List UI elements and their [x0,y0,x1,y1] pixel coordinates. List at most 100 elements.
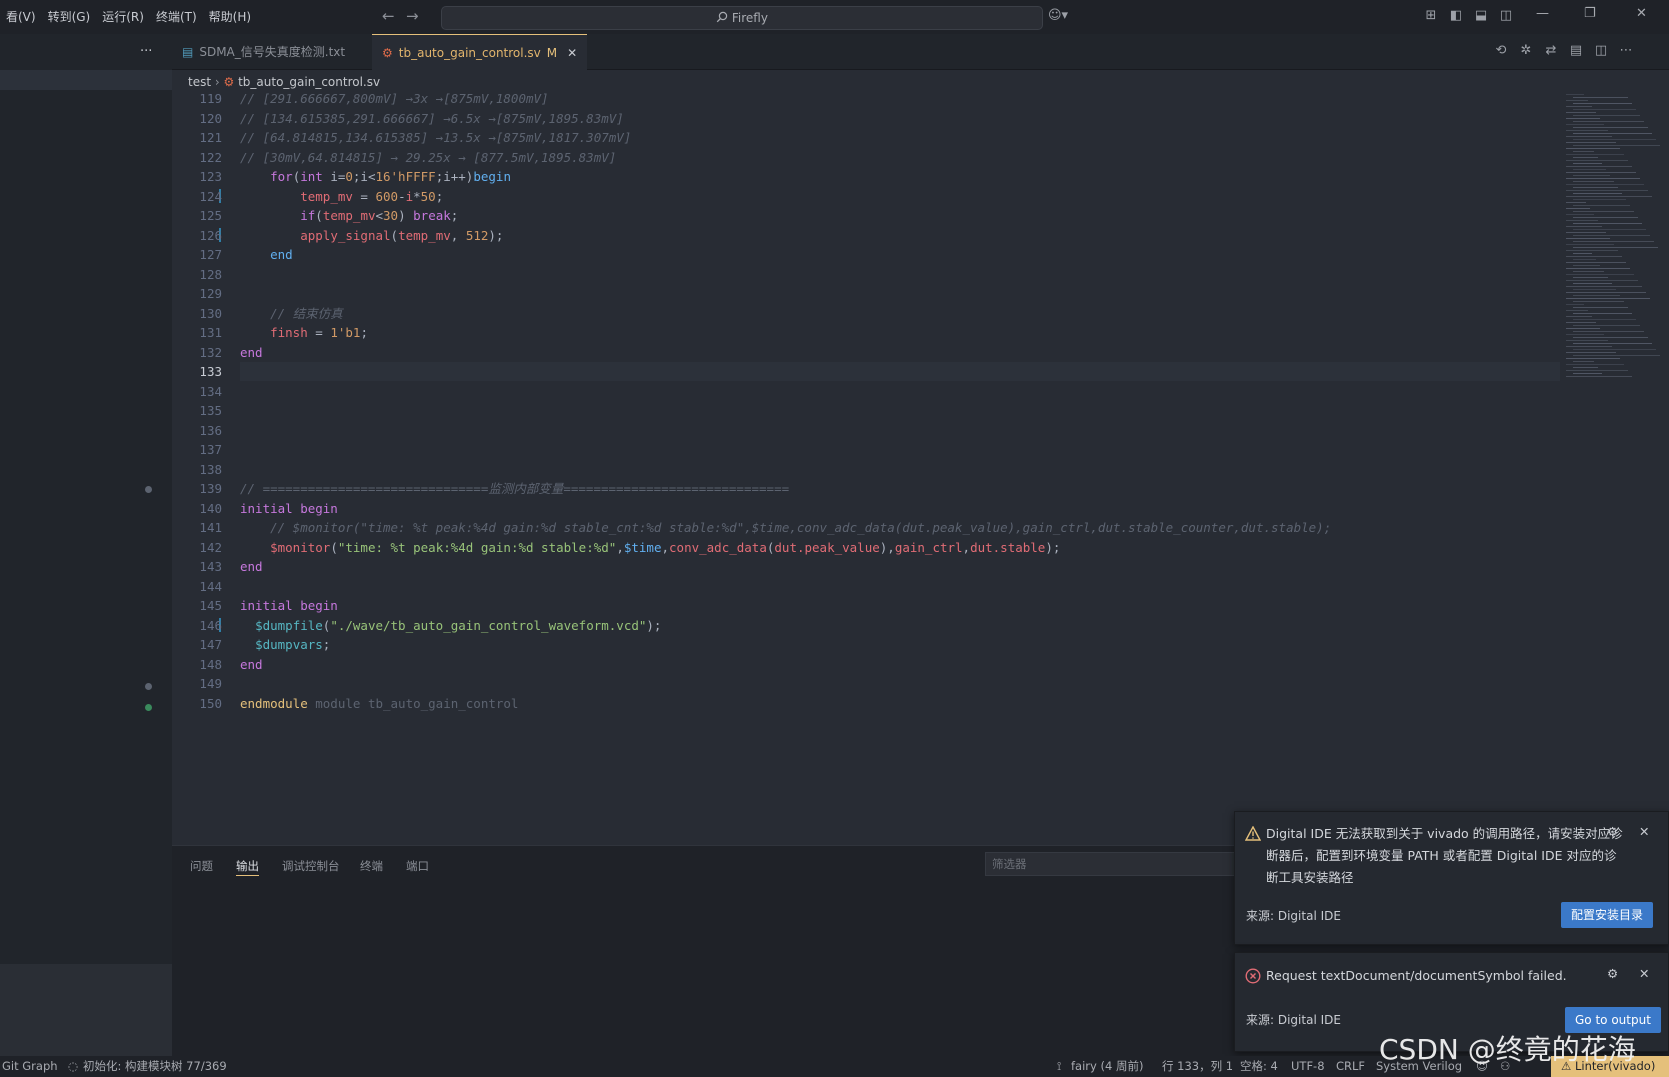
tab-tb-auto-gain-control[interactable]: ⚙ tb_auto_gain_control.sv M ✕ [372,34,588,71]
split-editor-icon[interactable]: ◫ [1593,43,1609,59]
code-line[interactable]: // ==============================监测内部变量=… [240,479,789,498]
gear-icon[interactable]: ⚙ [1607,824,1618,839]
toggle-panel-icon[interactable]: ⬓ [1473,8,1489,24]
code-line[interactable]: end [240,245,293,264]
minimap-line [1573,217,1638,218]
restore-icon[interactable]: ❐ [1584,6,1596,21]
code-line[interactable]: initial begin [240,596,338,615]
close-icon[interactable]: ✕ [1639,824,1649,839]
code-token: temp_mv [300,188,353,204]
code-line[interactable]: $dumpfile("./wave/tb_auto_gain_control_w… [240,616,661,635]
current-line-highlight [240,362,1560,381]
line-number: 120 [199,110,222,126]
minimap-line [1566,280,1638,281]
debug-icon[interactable]: ✲ [1518,43,1534,59]
code-line[interactable]: // $monitor("time: %t peak:%4d gain:%d s… [240,518,1331,537]
notification-message-line: Digital IDE 无法获取到关于 vivado 的调用路径，请安装对应诊 [1266,826,1623,841]
code-token: 16'hFFFF [375,169,436,184]
minimap-line [1573,349,1656,350]
panel-tab[interactable]: 端口 [406,856,429,876]
notification-source: 来源: Digital IDE [1246,1013,1341,1027]
back-arrow-icon[interactable]: ← [382,7,395,25]
code-line[interactable]: end [240,655,263,674]
code-line[interactable]: finsh = 1'b1; [240,323,368,342]
copilot-icon[interactable]: ☺▾ [1043,8,1073,24]
code-token: 1'b1 [330,325,361,340]
code-token: dut.stable [970,539,1046,555]
code-line[interactable]: apply_signal(temp_mv, 512); [240,226,503,245]
panel-tab[interactable]: 终端 [360,856,383,876]
code-line[interactable]: temp_mv = 600-i*50; [240,187,443,206]
code-token: ); [488,227,504,243]
cursor-position[interactable]: 行 133，列 1 [1162,1056,1233,1077]
gear-icon[interactable]: ⚙ [1607,966,1618,981]
command-center[interactable]: Firefly [441,6,1043,30]
init-progress: 初始化: 构建模块树 77/369 [83,1059,227,1073]
code-line[interactable]: endmodule module tb_auto_gain_control [240,694,518,713]
code-token: < [375,208,384,223]
notification-message: Request textDocument/documentSymbol fail… [1266,968,1567,983]
minimap-line [1573,133,1652,134]
minimap-line [1566,226,1602,227]
menu-item[interactable]: 运行(R) [96,0,150,34]
output-filter-input[interactable]: 筛选器 [985,852,1235,876]
toggle-sidebar-icon[interactable]: ◧ [1448,8,1464,24]
forward-arrow-icon[interactable]: → [406,7,419,25]
menu-item[interactable]: 帮助(H) [203,0,257,34]
minimize-icon[interactable]: — [1536,6,1549,21]
preview-icon[interactable]: ▤ [1568,43,1584,59]
code-line[interactable]: initial begin [240,499,338,518]
encoding[interactable]: UTF-8 [1291,1056,1325,1077]
configure-install-dir-button[interactable]: 配置安装目录 [1561,902,1654,928]
watermark: CSDN @终竟的花海 [1379,1033,1636,1066]
code-line[interactable]: $monitor("time: %t peak:%4d gain:%d stab… [240,538,1060,557]
code-view[interactable]: 119 // [291.666667,800mV] →3x →[875mV,180… [172,92,1562,845]
minimap-line [1566,358,1620,359]
minimap-line [1566,322,1596,323]
menu-item[interactable]: 看(V) [0,0,42,34]
code-line[interactable]: end [240,557,263,576]
close-icon[interactable]: ✕ [1639,966,1649,981]
panel-tab[interactable]: 问题 [190,856,213,876]
git-blame[interactable]: fairy (4 周前) [1071,1056,1143,1077]
menu-item[interactable]: 转到(G) [42,0,97,34]
line-ending[interactable]: CRLF [1336,1056,1365,1077]
code-line[interactable]: $dumpvars; [240,635,330,654]
code-line[interactable]: for(int i=0;i<16'hFFFF;i++)begin [240,167,511,186]
line-number: 130 [199,305,222,321]
code-line[interactable]: // [30mV,64.814815] → 29.25x → [877.5mV,… [240,148,616,167]
menu-item[interactable]: 终端(T) [150,0,203,34]
timeline-icon[interactable]: ⟲ [1493,43,1509,59]
menu-bar: 看(V) 转到(G) 运行(R) 终端(T) 帮助(H) [0,0,257,34]
code-line[interactable]: if(temp_mv<30) break; [240,206,458,225]
breadcrumb-folder[interactable]: test [188,75,211,89]
explorer-sidebar [0,34,172,1056]
explorer-more-button[interactable]: ··· [140,44,152,59]
code-line[interactable]: // [134.615385,291.666667] →6.5x →[875mV… [240,109,624,128]
line-number: 139 [199,481,222,496]
breadcrumb-file[interactable]: tb_auto_gain_control.sv [238,75,380,89]
minimap-line [1573,175,1610,176]
minimap-line [1566,208,1590,209]
close-tab-icon[interactable]: ✕ [567,35,577,71]
code-line[interactable]: // 结束仿真 [240,304,343,323]
indentation[interactable]: 空格: 4 [1240,1056,1278,1077]
close-window-icon[interactable]: ✕ [1636,6,1647,21]
minimap[interactable] [1562,92,1669,845]
git-graph-button[interactable]: Git Graph [2,1056,58,1077]
code-line[interactable]: // [64.814815,134.615385] →13.5x →[875mV… [240,128,631,147]
compare-icon[interactable]: ⇄ [1543,43,1559,59]
more-actions-icon[interactable]: ⋯ [1618,43,1634,59]
code-line[interactable]: // [291.666667,800mV] →3x →[875mV,1800mV… [240,92,549,108]
panel-tab[interactable]: 调试控制台 [282,856,340,876]
minimap-line [1573,343,1652,344]
customize-layout-icon[interactable]: ⊞ [1423,8,1439,24]
panel-tab[interactable]: 输出 [236,856,259,876]
code-line[interactable]: end [240,343,263,362]
toggle-secondary-sidebar-icon[interactable]: ◫ [1498,8,1514,24]
minimap-line [1566,160,1628,161]
code-token: ), [879,539,895,555]
tab-sdma-txt[interactable]: ▤ SDMA_信号失真度检测.txt [172,34,355,70]
breadcrumb: test › ⚙ tb_auto_gain_control.sv [188,72,380,92]
